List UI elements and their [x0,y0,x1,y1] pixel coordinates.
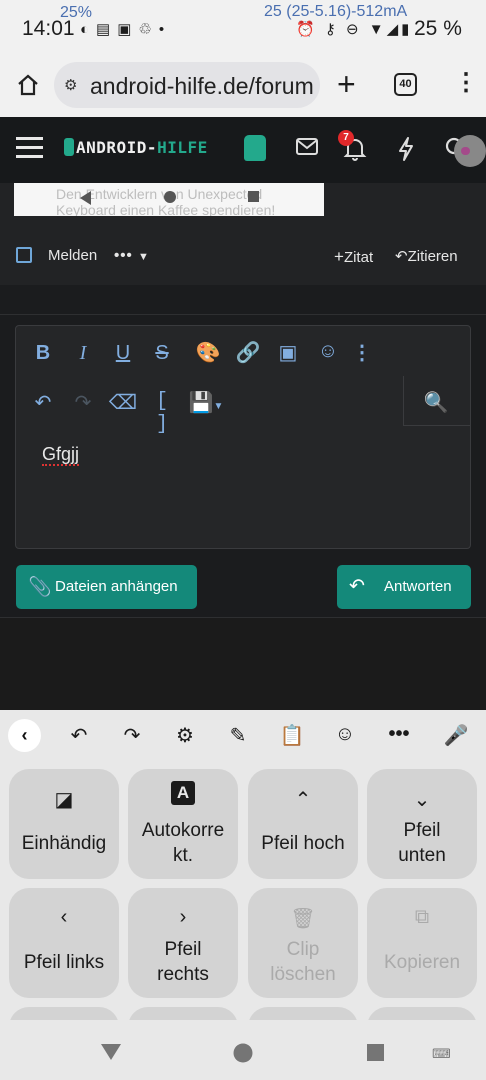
quote-link[interactable]: +Zitat [334,247,373,267]
back-icon[interactable] [101,1044,121,1060]
arrow-down-icon: ⌄ [413,789,431,811]
emoji-icon[interactable]: ☺ [313,340,343,363]
bold-icon[interactable]: B [28,342,58,365]
more-options-icon[interactable]: ⋮ [347,340,377,365]
notification-badge: 7 [338,130,354,146]
autocorrect-icon: A [128,781,238,805]
more-icon[interactable]: ••• [384,723,414,746]
url-text: android-hilfe.de/forum [90,73,314,99]
one-hand-icon: ◪ [54,789,74,811]
keyboard-switch-icon[interactable]: ⌨ [432,1046,452,1062]
battery-percent: 25 % [414,17,462,40]
color-palette-icon[interactable]: 🎨 [193,340,223,365]
touch-indicator [454,135,486,167]
attach-files-button[interactable]: 📎 Dateien anhängen [16,565,197,609]
lightning-icon[interactable] [396,136,416,162]
system-nav-bar: ⌨ [0,1020,486,1080]
reply-button[interactable]: ↶ Antworten [337,565,471,609]
back-chevron-icon[interactable]: ‹ [8,719,41,752]
tab-switcher-button[interactable]: 40 [394,73,417,96]
handwriting-off-icon[interactable]: ✎ [223,723,253,748]
home-icon[interactable] [16,73,40,97]
copy-icon: ⧉ [414,906,430,928]
italic-icon[interactable]: I [68,342,98,365]
key-partial[interactable] [128,1007,238,1020]
redo-icon[interactable]: ↷ [117,723,147,748]
report-link[interactable]: Melden [48,247,97,264]
key-arrow-left[interactable]: ‹ Pfeil links [9,888,119,998]
recents-icon[interactable] [367,1044,384,1061]
status-bar: 14:01 25% 25 (25-5.16)-512mA ◐▤▣♲• ⏰ ⚷ ⊖… [0,0,486,60]
editor-content[interactable]: Gfgjj [42,444,80,466]
chevron-down-icon: ▼ [137,251,150,263]
key-arrow-right[interactable]: › Pfeil rechts [128,888,238,998]
browser-menu-icon[interactable]: ⋮ [454,68,478,97]
overlay-current: 25 (25-5.16)-512mA [264,3,408,20]
more-actions-button[interactable]: ••• ▼ [114,247,150,264]
emoji-icon[interactable]: ☺ [330,723,360,746]
link-icon[interactable]: 🔗 [233,340,263,365]
forum-header: ANDROID-HILFE 7 [0,117,486,183]
post-actions: Melden ••• ▼ +Zitat ↶Zitieren [0,239,486,269]
toolbar-line [404,425,471,426]
site-logo[interactable]: ANDROID-HILFE [64,138,208,157]
mail-icon[interactable] [295,137,319,157]
bbcode-icon[interactable]: [ ] [147,390,177,436]
key-partial[interactable] [367,1007,477,1020]
save-draft-icon[interactable]: 💾▼ [186,390,226,415]
key-clip-delete: 🗑 Clip löschen [248,888,358,998]
clipboard-icon[interactable]: 📋 [277,723,307,748]
key-partial[interactable] [9,1007,119,1020]
new-tab-icon[interactable]: + [337,66,356,103]
home-icon[interactable] [233,1043,253,1063]
rich-text-editor[interactable]: B I U S 🎨 🔗 ▣ ☺ ⋮ ↶ ↷ ⌫ [ ] 💾▼ 🔍 Gfgjj [15,325,471,549]
browser-toolbar: ⚙ android-hilfe.de/forum + 40 ⋮ [0,60,486,117]
site-settings-icon[interactable]: ⚙ [64,76,77,94]
key-arrow-up[interactable]: ⌃ Pfeil hoch [248,769,358,879]
reply-arrow-icon: ↶ [395,248,408,265]
keyboard-toolbar: ‹ ↶ ↷ ⚙ ✎ 📋 ☺ ••• 🎤 [0,710,486,760]
system-icons: ⏰ ⚷ ⊖ ▼◢▮ [296,21,413,38]
undo-icon[interactable]: ↶ [64,723,94,748]
reply-editor-area: B I U S 🎨 🔗 ▣ ☺ ⋮ ↶ ↷ ⌫ [ ] 💾▼ 🔍 Gfgjj 📎… [0,285,486,618]
hamburger-menu-icon[interactable] [16,137,43,140]
key-autocorrect[interactable]: A Autokorre kt. [128,769,238,879]
key-arrow-down[interactable]: ⌄ Pfeil unten [367,769,477,879]
home-dot-icon [164,191,176,203]
key-one-handed[interactable]: ◪ Einhändig [9,769,119,879]
paperclip-icon: 📎 [28,577,52,598]
keyboard: ‹ ↶ ↷ ⚙ ✎ 📋 ☺ ••• 🎤 ◪ Einhändig A Autoko… [0,710,486,1020]
notification-icons: ◐▤▣♲• [80,21,172,38]
underline-icon[interactable]: U [108,342,138,365]
logo-droid-icon [64,138,74,156]
redo-icon: ↷ [74,392,92,414]
clip-delete-icon: 🗑 [290,908,316,930]
eraser-icon[interactable]: ⌫ [108,390,138,415]
reply-icon: ↶ [349,576,365,597]
key-copy: ⧉ Kopieren [367,888,477,998]
preview-icon[interactable]: 🔍 [421,390,451,415]
arrow-left-icon: ‹ [60,906,68,928]
arrow-up-icon: ⌃ [294,789,312,811]
post-image[interactable]: Den Entwicklern von Unexpected Keyboard e… [14,183,324,216]
select-checkbox[interactable] [16,247,32,263]
address-bar[interactable]: ⚙ android-hilfe.de/forum [54,62,320,108]
arrow-right-icon: › [179,906,187,928]
post-area: Den Entwicklern von Unexpected Keyboard e… [0,183,486,285]
reply-quote-link[interactable]: ↶Zitieren [395,247,458,265]
settings-icon[interactable]: ⚙ [170,723,200,748]
strikethrough-icon[interactable]: S [147,342,177,365]
key-partial[interactable] [248,1007,358,1020]
toolbar-divider [403,376,404,426]
undo-icon[interactable]: ↶ [28,390,58,415]
divider [0,617,486,618]
divider [0,314,486,315]
android-store-icon[interactable] [244,135,266,161]
back-triangle-icon [80,191,91,205]
microphone-icon[interactable]: 🎤 [441,723,471,748]
image-icon[interactable]: ▣ [273,340,303,365]
square-icon [248,191,259,202]
